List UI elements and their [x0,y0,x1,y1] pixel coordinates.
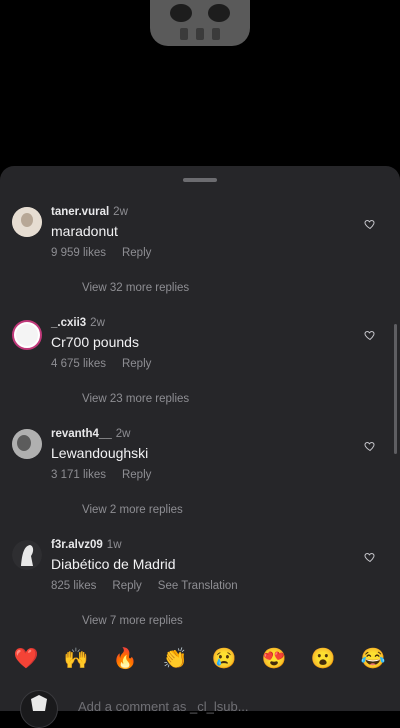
view-replies-button[interactable]: View 32 more replies [82,282,189,294]
emoji-crying[interactable]: 😢 [210,643,238,675]
comment-item: taner.vural 2w maradonut 9 959 likes Reply… [0,204,400,314]
comment-meta: 3 171 likes Reply [51,469,167,481]
sheet-drag-handle[interactable] [183,178,217,182]
comment-item: _.cxii3 2w Cr700 pounds 4 675 likes Reply … [0,315,400,425]
skull-tooth [212,28,220,40]
comment-username[interactable]: f3r.alvz09 [51,539,103,551]
comment-time: 2w [113,206,128,218]
emoji-laughing[interactable]: 😂 [359,643,387,675]
comment-likes[interactable]: 4 675 likes [51,358,106,370]
comment-meta: 9 959 likes Reply [51,247,167,259]
skull-tooth [196,28,204,40]
current-user-avatar [20,690,58,728]
comment-text: Lewandoughski [51,445,149,461]
comment-text: Cr700 pounds [51,334,139,350]
emoji-heart-eyes[interactable]: 😍 [260,643,288,675]
comment-item: f3r.alvz09 1w Diabético de Madrid 825 lik… [0,537,400,647]
emoji-raised-hands[interactable]: 🙌 [62,643,90,675]
emoji-heart[interactable]: ❤️ [12,643,40,675]
reply-button[interactable]: Reply [122,247,151,259]
avatar[interactable] [12,320,42,350]
skull-eye-left [170,4,192,22]
reply-button[interactable]: Reply [122,469,151,481]
emoji-fire[interactable]: 🔥 [111,643,139,675]
avatar-image [12,540,42,570]
comment-header: _.cxii3 2w [51,317,105,329]
avatar-image [12,429,42,459]
comment-time: 1w [106,539,122,551]
avatar[interactable] [12,429,42,459]
background-skull-image [150,0,250,46]
comment-compose-bar [0,685,400,728]
avatar[interactable] [12,207,42,237]
comment-input[interactable] [78,699,328,714]
comment-likes[interactable]: 825 likes [51,580,96,592]
comment-likes[interactable]: 9 959 likes [51,247,106,259]
heart-outline-icon[interactable] [364,218,376,230]
emoji-surprised[interactable]: 😮 [309,643,337,675]
view-replies-button[interactable]: View 7 more replies [82,615,183,627]
view-replies-button[interactable]: View 2 more replies [82,504,183,516]
comment-time: 2w [115,428,131,440]
comment-username[interactable]: revanth4__ [51,428,112,440]
comment-meta: 825 likes Reply See Translation [51,580,254,592]
avatar-image [12,207,42,237]
comment-header: taner.vural 2w [51,206,128,218]
emoji-clapping[interactable]: 👏 [161,643,189,675]
heart-outline-icon[interactable] [364,551,376,563]
comment-time: 2w [90,317,105,329]
comment-text: maradonut [51,223,118,239]
heart-outline-icon[interactable] [364,329,376,341]
emoji-reaction-bar: ❤️ 🙌 🔥 👏 😢 😍 😮 😂 [0,643,400,675]
comment-likes[interactable]: 3 171 likes [51,469,106,481]
avatar[interactable] [12,540,42,570]
reply-button[interactable]: Reply [112,580,141,592]
comment-meta: 4 675 likes Reply [51,358,167,370]
view-replies-button[interactable]: View 23 more replies [82,393,189,405]
comment-header: f3r.alvz09 1w [51,539,122,551]
heart-outline-icon[interactable] [364,440,376,452]
comment-username[interactable]: taner.vural [51,206,109,218]
comment-username[interactable]: _.cxii3 [51,317,86,329]
see-translation-button[interactable]: See Translation [158,580,238,592]
reply-button[interactable]: Reply [122,358,151,370]
comment-text: Diabético de Madrid [51,556,176,572]
crest-icon [31,695,47,711]
avatar-image [16,324,38,346]
skull-eye-right [208,4,230,22]
comment-item: revanth4__ 2w Lewandoughski 3 171 likes Re… [0,426,400,536]
comment-header: revanth4__ 2w [51,428,130,440]
skull-tooth [180,28,188,40]
